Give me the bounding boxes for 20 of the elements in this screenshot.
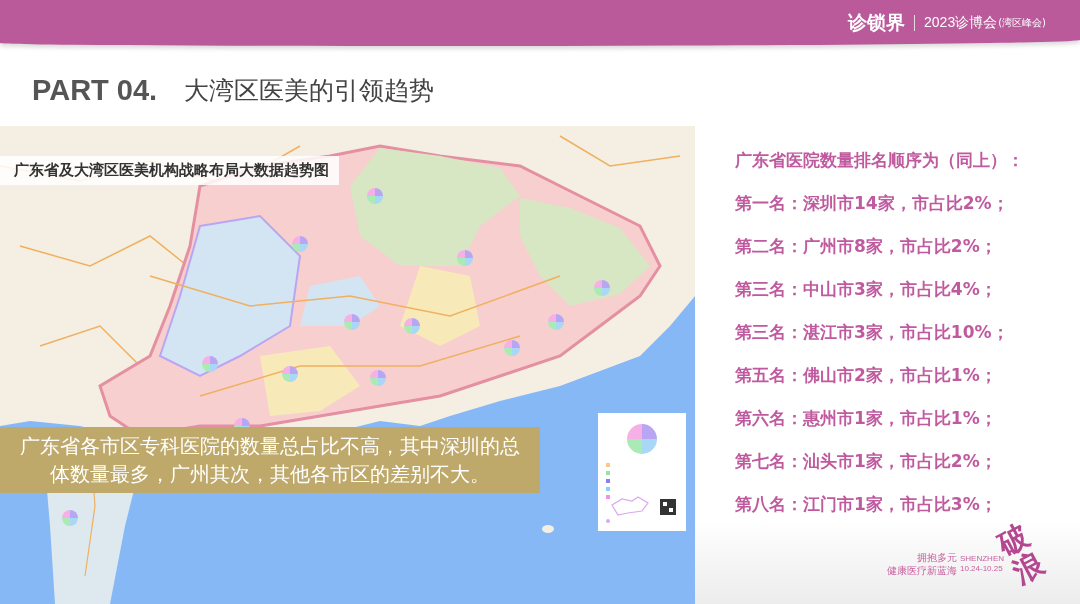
ranking-item: 第三名：湛江市3家，市占比10%； (735, 321, 1010, 344)
event-title: 2023诊博会 (924, 14, 998, 32)
slogan-line: 健康医疗新蓝海 (887, 563, 957, 577)
ranking-item: 第七名：汕头市1家，市占比2%； (735, 450, 998, 473)
ranking-item: 第六名：惠州市1家，市占比1%； (735, 407, 998, 430)
map-title: 广东省及大湾区医美机构战略布局大数据趋势图 (0, 156, 339, 185)
ranking-item: 第三名：中山市3家，市占比4%； (735, 278, 998, 301)
part-number: PART 04. (32, 73, 158, 107)
ranking-item: 第五名：佛山市2家，市占比1%； (735, 364, 998, 387)
section-title: 大湾区医美的引领趋势 (184, 74, 435, 107)
map-caption: 广东省各市区专科医院的数量总占比不高，其中深圳的总体数量最多，广州其次，其他各市区的差别不大。 (0, 427, 540, 493)
ranking-item: 第一名：深圳市14家，市占比2%； (735, 192, 1010, 215)
ranking-item: 第二名：广州市8家，市占比2%； (735, 235, 998, 258)
brand-logo: 诊锁界 (848, 10, 906, 35)
ranking-heading: 广东省医院数量排名顺序为（同上）： (735, 149, 1025, 172)
ranking-item: 第八名：江门市1家，市占比3%； (735, 493, 998, 516)
city-label: SHENZHEN (960, 553, 1004, 564)
event-subtitle: (湾区峰会) (998, 16, 1046, 30)
date-label: 10.24-10.25 (960, 563, 1004, 574)
slogan-line: 拥抱多元 (917, 550, 957, 564)
